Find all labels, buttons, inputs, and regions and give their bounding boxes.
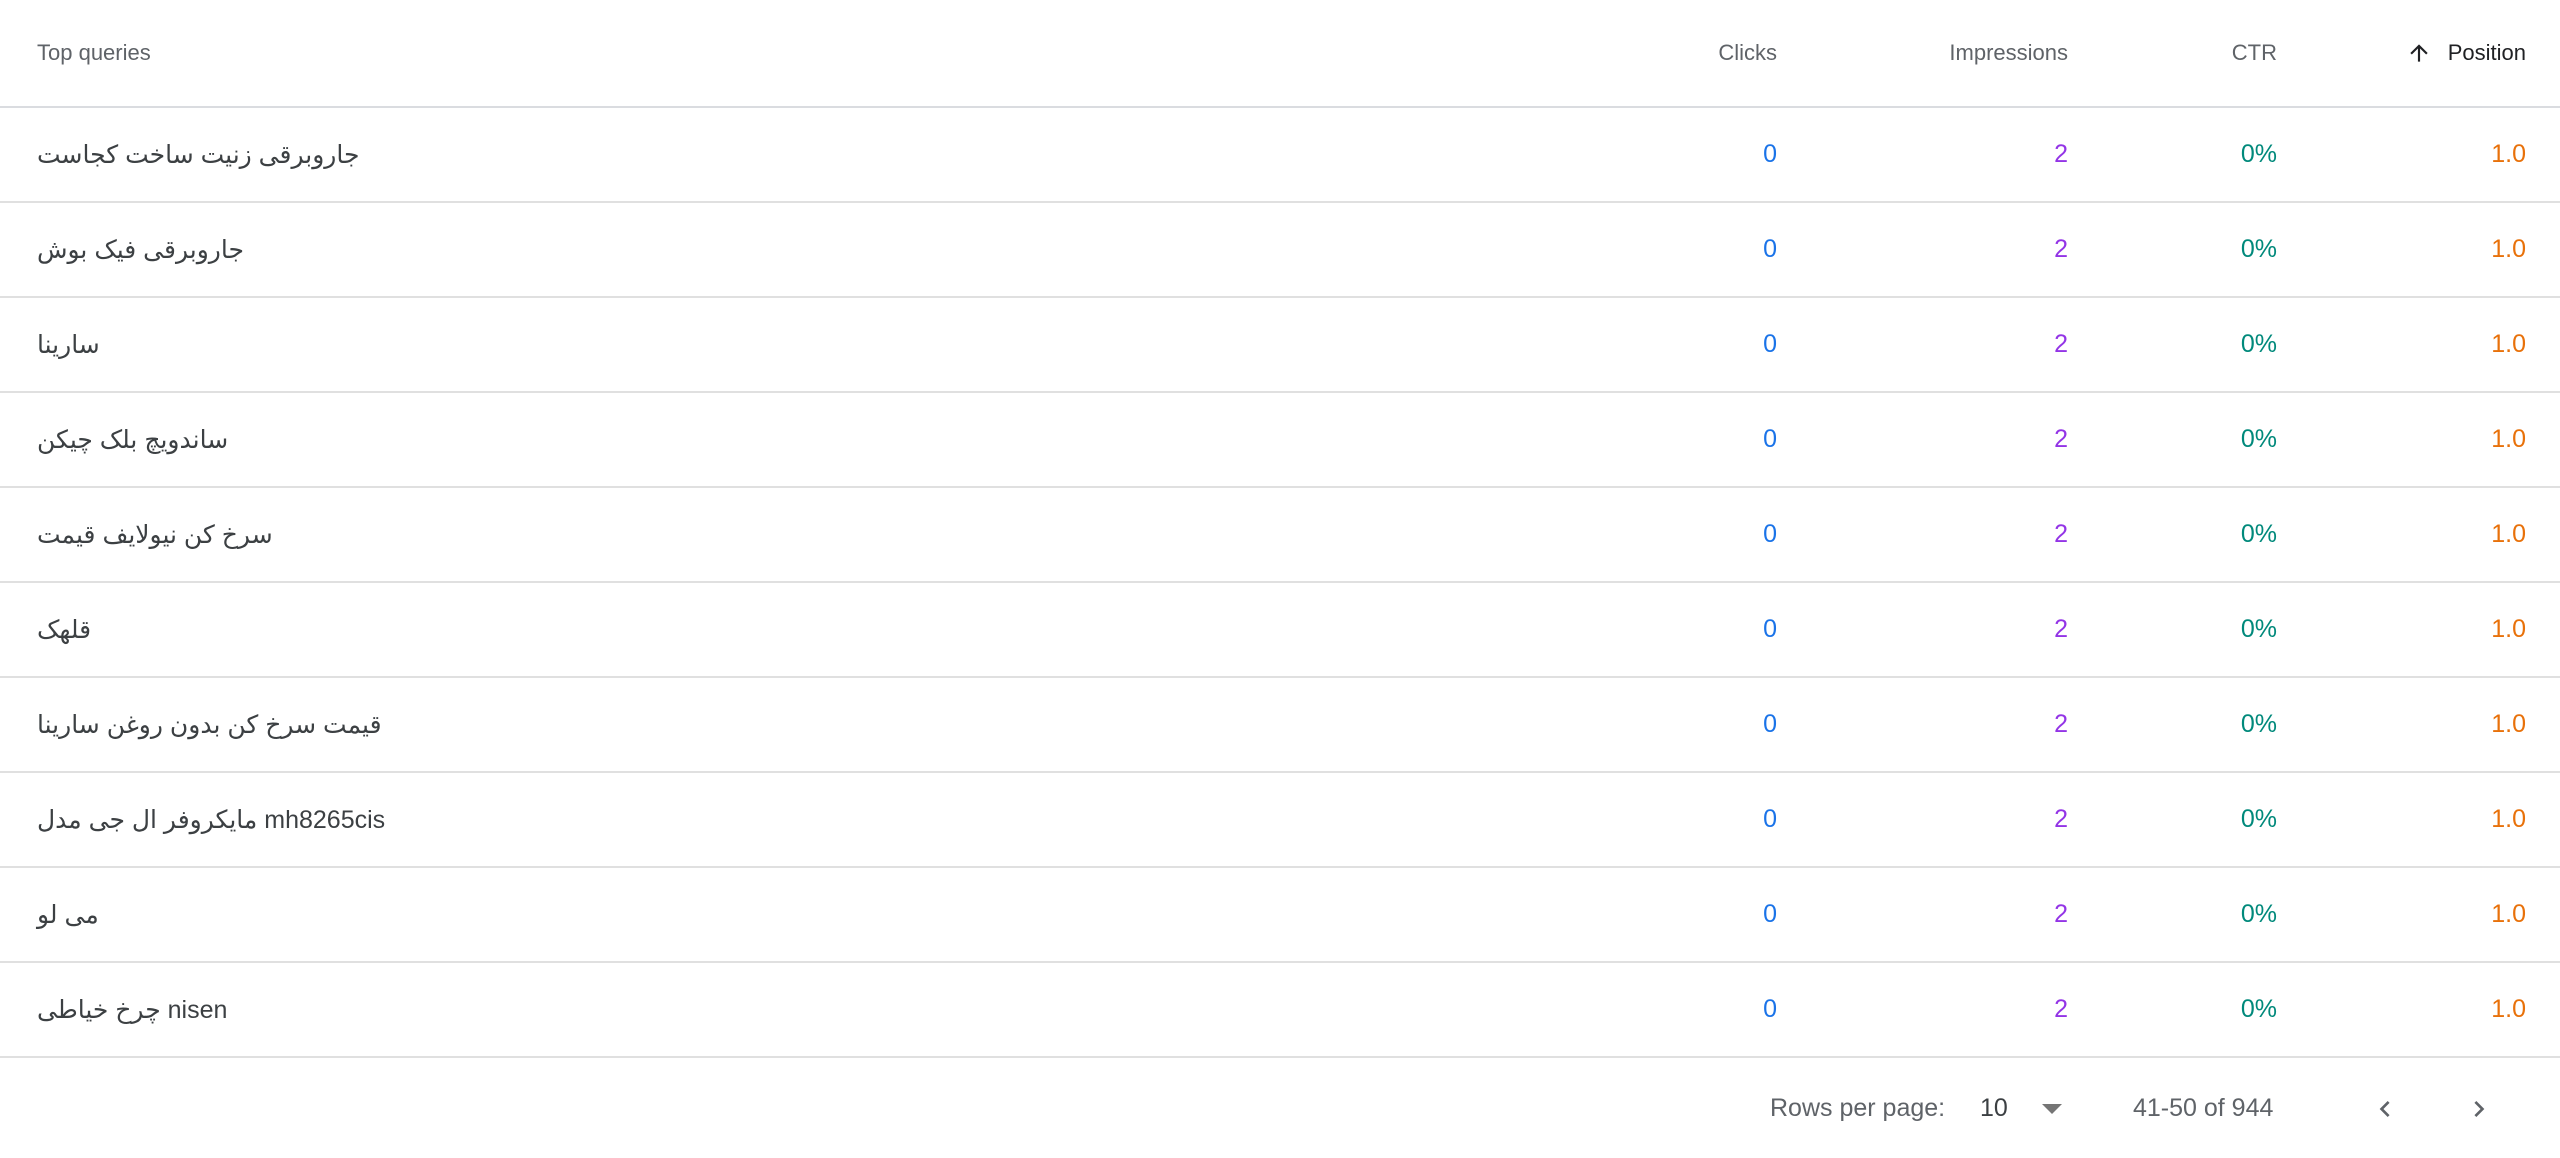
position-cell: 1.0: [2491, 330, 2526, 358]
table-row[interactable]: جاروبرقی زنیت ساخت کجاست 0 2 0% 1.0: [0, 108, 2560, 203]
arrow-drop-down-icon: [2041, 1103, 2062, 1114]
table-pagination: Rows per page: 10 41-50 of 944: [0, 1059, 2560, 1158]
pagination-range: 41-50 of 944: [2133, 1094, 2274, 1122]
impressions-cell: 2: [2054, 900, 2068, 928]
header-top-queries[interactable]: Top queries: [37, 0, 151, 106]
ctr-cell: 0%: [2240, 710, 2277, 738]
position-cell: 1.0: [2491, 900, 2526, 928]
position-cell: 1.0: [2491, 805, 2526, 833]
table-row[interactable]: ساندویچ بلک چیکن 0 2 0% 1.0: [0, 393, 2560, 488]
header-position[interactable]: Position: [2406, 0, 2526, 106]
impressions-cell: 2: [2054, 520, 2068, 548]
query-cell: سرخ کن نیولایف قیمت: [37, 520, 273, 549]
ctr-cell: 0%: [2240, 235, 2277, 263]
rows-per-page-select[interactable]: 10: [1980, 1059, 2062, 1158]
query-cell: مایکروفر ال جی مدل mh8265cis: [37, 805, 386, 834]
query-cell: قیمت سرخ کن بدون روغن سارینا: [37, 710, 382, 739]
rows-per-page-label: Rows per page:: [1770, 1094, 1946, 1122]
ctr-cell: 0%: [2240, 615, 2277, 643]
table-row[interactable]: جاروبرقی فیک بوش 0 2 0% 1.0: [0, 203, 2560, 298]
query-cell: چرخ خیاطی nisen: [37, 995, 228, 1024]
table-row[interactable]: سرخ کن نیولایف قیمت 0 2 0% 1.0: [0, 488, 2560, 583]
ctr-cell: 0%: [2240, 520, 2277, 548]
header-position-label: Position: [2447, 40, 2526, 65]
query-cell: جاروبرقی فیک بوش: [37, 235, 244, 264]
ctr-cell: 0%: [2240, 995, 2277, 1023]
position-cell: 1.0: [2491, 140, 2526, 168]
ctr-cell: 0%: [2240, 425, 2277, 453]
position-cell: 1.0: [2491, 710, 2526, 738]
ctr-cell: 0%: [2240, 805, 2277, 833]
impressions-cell: 2: [2054, 235, 2068, 263]
clicks-cell: 0: [1763, 710, 1777, 738]
table-body: جاروبرقی زنیت ساخت کجاست 0 2 0% 1.0 جارو…: [0, 108, 2560, 1058]
clicks-cell: 0: [1763, 425, 1777, 453]
impressions-cell: 2: [2054, 805, 2068, 833]
query-cell: قلهک: [37, 615, 92, 644]
impressions-cell: 2: [2054, 615, 2068, 643]
query-cell: جاروبرقی زنیت ساخت کجاست: [37, 140, 360, 169]
ctr-cell: 0%: [2240, 330, 2277, 358]
chevron-right-icon: [2474, 1100, 2485, 1117]
header-clicks[interactable]: Clicks: [1718, 0, 1777, 106]
position-cell: 1.0: [2491, 425, 2526, 453]
clicks-cell: 0: [1763, 615, 1777, 643]
header-ctr[interactable]: CTR: [2232, 0, 2277, 106]
impressions-cell: 2: [2054, 425, 2068, 453]
impressions-cell: 2: [2054, 330, 2068, 358]
clicks-cell: 0: [1763, 805, 1777, 833]
ctr-cell: 0%: [2240, 900, 2277, 928]
impressions-cell: 2: [2054, 140, 2068, 168]
clicks-cell: 0: [1763, 140, 1777, 168]
table-row[interactable]: سارینا 0 2 0% 1.0: [0, 298, 2560, 393]
table-row[interactable]: قلهک 0 2 0% 1.0: [0, 583, 2560, 678]
rows-per-page-value: 10: [1980, 1094, 2008, 1122]
position-cell: 1.0: [2491, 520, 2526, 548]
next-page-button[interactable]: [2455, 1059, 2503, 1158]
table-row[interactable]: می لو 0 2 0% 1.0: [0, 868, 2560, 963]
query-cell: سارینا: [37, 330, 100, 359]
table-header: Top queries Clicks Impressions CTR Posit…: [0, 0, 2560, 108]
impressions-cell: 2: [2054, 710, 2068, 738]
clicks-cell: 0: [1763, 995, 1777, 1023]
impressions-cell: 2: [2054, 995, 2068, 1023]
clicks-cell: 0: [1763, 900, 1777, 928]
query-cell: می لو: [37, 900, 99, 929]
table-row[interactable]: چرخ خیاطی nisen 0 2 0% 1.0: [0, 963, 2560, 1058]
table-row[interactable]: مایکروفر ال جی مدل mh8265cis 0 2 0% 1.0: [0, 773, 2560, 868]
table-row[interactable]: قیمت سرخ کن بدون روغن سارینا 0 2 0% 1.0: [0, 678, 2560, 773]
clicks-cell: 0: [1763, 520, 1777, 548]
header-impressions[interactable]: Impressions: [1949, 0, 2068, 106]
chevron-left-icon: [2379, 1100, 2390, 1117]
ctr-cell: 0%: [2240, 140, 2277, 168]
query-cell: ساندویچ بلک چیکن: [37, 425, 229, 454]
position-cell: 1.0: [2491, 995, 2526, 1023]
clicks-cell: 0: [1763, 235, 1777, 263]
clicks-cell: 0: [1763, 330, 1777, 358]
previous-page-button[interactable]: [2361, 1059, 2409, 1158]
arrow-up-icon: [2410, 44, 2428, 62]
position-cell: 1.0: [2491, 615, 2526, 643]
queries-table: Top queries Clicks Impressions CTR Posit…: [0, 0, 2560, 1058]
position-cell: 1.0: [2491, 235, 2526, 263]
